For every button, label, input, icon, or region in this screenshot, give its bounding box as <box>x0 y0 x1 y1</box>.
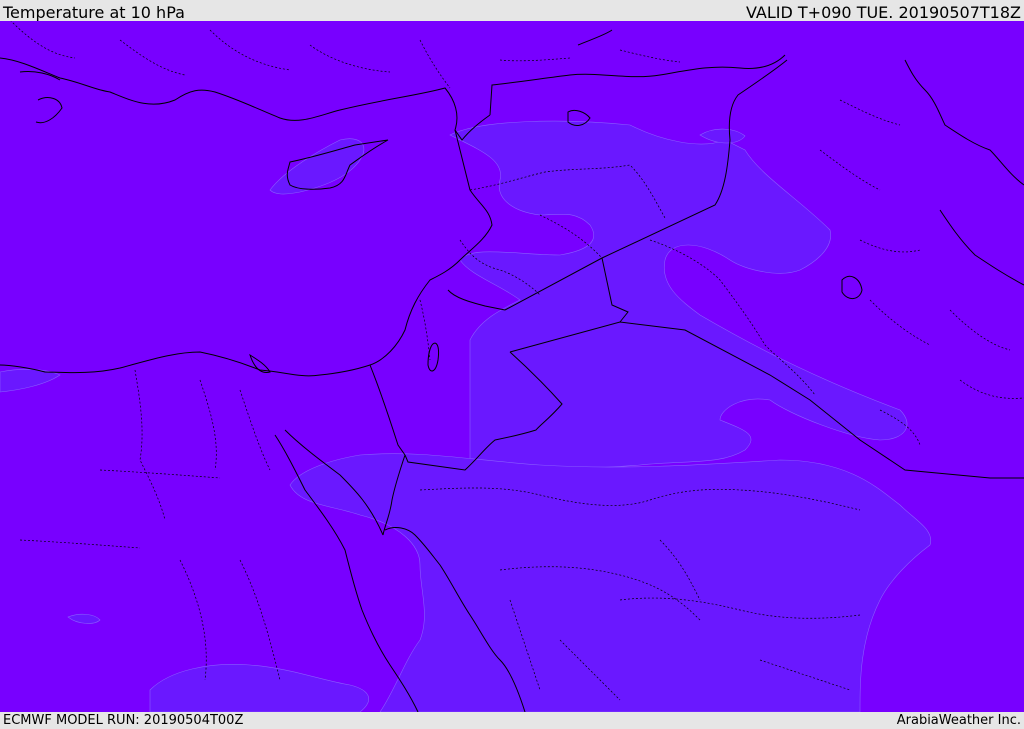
weather-map-frame: Temperature at 10 hPa VALID T+090 TUE. 2… <box>0 0 1024 729</box>
map-canvas <box>0 21 1024 712</box>
admin-turkey <box>10 21 681 89</box>
coast-aegean <box>19 71 63 124</box>
coast-lake-iran <box>841 275 863 299</box>
footer-bar: ECMWF MODEL RUN: 20190504T00Z ArabiaWeat… <box>0 712 1024 729</box>
model-run-label: ECMWF MODEL RUN: 20190504T00Z <box>3 713 244 728</box>
border-egypt-israel <box>369 364 406 456</box>
map-graphic <box>0 21 1024 712</box>
contour-band-north <box>449 120 908 476</box>
valid-time-label: VALID T+090 TUE. 20190507T18Z <box>745 3 1021 22</box>
temperature-contour-bands <box>0 120 932 712</box>
admin-israel <box>419 299 431 361</box>
coast-caspian <box>904 59 1024 186</box>
border-jordan-israel <box>447 289 506 311</box>
coast-black-sea-islands <box>577 29 613 46</box>
coast-turkey <box>0 57 491 141</box>
credit-label: ArabiaWeather Inc. <box>896 713 1021 728</box>
coast-iran-gulf <box>939 209 1024 286</box>
contour-band-east <box>699 128 746 144</box>
header-bar: Temperature at 10 hPa VALID T+090 TUE. 2… <box>0 0 1024 22</box>
contour-band-west <box>0 369 61 393</box>
contour-band-southwest <box>149 664 369 712</box>
coast-turkey-black-sea <box>489 54 786 116</box>
map-title: Temperature at 10 hPa <box>3 3 185 22</box>
admin-egypt <box>19 369 281 681</box>
contour-band-small <box>67 613 101 624</box>
coast-levant <box>0 129 493 377</box>
contour-band-south <box>289 453 932 712</box>
